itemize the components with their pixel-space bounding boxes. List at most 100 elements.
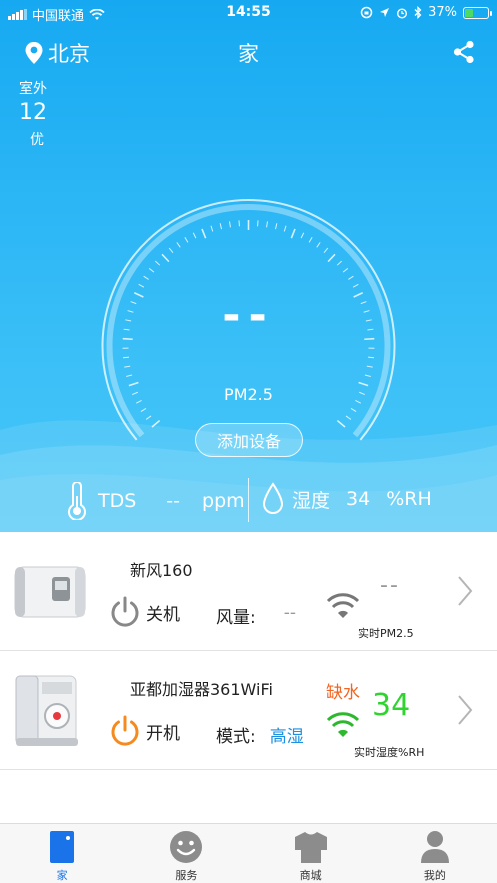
device-name: 新风160 bbox=[130, 561, 193, 580]
gauge-tick bbox=[366, 365, 373, 368]
gauge-tick bbox=[145, 415, 152, 420]
bluetooth-icon bbox=[414, 6, 422, 19]
gauge-tick bbox=[327, 253, 336, 263]
humidity-value: 34 bbox=[346, 488, 371, 510]
gauge-tick bbox=[140, 407, 147, 412]
tab-bar: 家 服务 商城 我的 bbox=[0, 823, 497, 883]
gauge-tick bbox=[348, 275, 354, 280]
battery-percent: 37% bbox=[428, 5, 457, 20]
outdoor-quality: 优 bbox=[30, 132, 44, 148]
gauge-tick bbox=[168, 247, 174, 254]
water-drop-icon bbox=[262, 482, 284, 514]
gauge-tick bbox=[345, 415, 352, 420]
pm25-caption: 实时PM2.5 bbox=[358, 627, 414, 640]
rotation-lock-icon bbox=[360, 6, 373, 19]
gauge-tick bbox=[283, 225, 287, 232]
dashboard-header: 中国联通 14:55 37% 北京 家 室外 12 优 -- PM2.5 添加设… bbox=[0, 0, 497, 532]
chevron-right-icon[interactable] bbox=[457, 575, 473, 607]
humidity-reading: 34 bbox=[372, 688, 411, 723]
wifi-signal-icon bbox=[326, 593, 360, 618]
tab-mine[interactable]: 我的 bbox=[373, 824, 497, 883]
readings-strip: TDS -- ppm 湿度 34 %RH bbox=[0, 476, 497, 524]
humidity-unit: %RH bbox=[386, 488, 432, 510]
humidity-label: 湿度 bbox=[292, 489, 331, 512]
gauge-tick bbox=[161, 253, 170, 263]
share-icon[interactable] bbox=[453, 40, 475, 64]
alarm-icon bbox=[397, 7, 408, 19]
gauge-tick bbox=[323, 247, 329, 254]
tab-label: 我的 bbox=[423, 869, 446, 882]
status-bar: 中国联通 14:55 37% bbox=[0, 0, 497, 26]
device-card-fresh-air[interactable]: 新风160 关机 风量: -- -- 实时PM2.5 bbox=[0, 533, 497, 651]
location-arrow-icon bbox=[380, 8, 390, 17]
gauge-tick bbox=[155, 260, 161, 266]
power-label: 开机 bbox=[146, 723, 180, 744]
gauge-tick bbox=[275, 223, 278, 230]
gauge-tick bbox=[201, 228, 207, 239]
gauge-tick bbox=[308, 236, 313, 243]
tab-service[interactable]: 服务 bbox=[124, 824, 248, 883]
humidity-caption: 实时湿度%RH bbox=[354, 746, 425, 759]
add-device-button[interactable]: 添加设备 bbox=[195, 423, 303, 457]
humidifier-device-image bbox=[15, 675, 78, 746]
battery-icon bbox=[463, 6, 492, 19]
fan-speed: 风量: -- bbox=[216, 603, 296, 628]
outdoor-label: 室外 bbox=[19, 81, 47, 97]
gauge-tick bbox=[336, 419, 346, 428]
power-toggle[interactable]: 开机 bbox=[108, 714, 180, 748]
gauge-tick bbox=[266, 221, 268, 228]
tab-label: 服务 bbox=[175, 869, 198, 882]
gauge-tick bbox=[342, 268, 349, 273]
smiley-icon bbox=[170, 831, 203, 863]
gauge-tick bbox=[122, 356, 130, 359]
gauge-tick bbox=[229, 221, 231, 228]
gauge-tick bbox=[184, 236, 189, 243]
gauge-tick bbox=[290, 228, 296, 239]
gauge-tick bbox=[124, 365, 131, 368]
person-icon bbox=[420, 831, 449, 863]
wifi-signal-icon bbox=[326, 712, 360, 737]
gauge-tick bbox=[210, 225, 214, 232]
gauge-tick bbox=[192, 232, 197, 239]
gauge-tick bbox=[219, 223, 222, 230]
gauge-tick bbox=[143, 275, 149, 280]
humidify-mode: 模式: 高湿 bbox=[216, 722, 304, 747]
readings-divider bbox=[248, 478, 249, 522]
fan-speed-value: -- bbox=[283, 603, 297, 623]
gauge-tick bbox=[126, 374, 133, 377]
fresh-air-device-image bbox=[14, 566, 86, 618]
gauge-tick bbox=[350, 407, 357, 412]
power-toggle[interactable]: 关机 bbox=[108, 595, 180, 629]
device-name: 亚都加湿器361WiFi bbox=[130, 680, 273, 699]
tab-store[interactable]: 商城 bbox=[249, 824, 373, 883]
pm25-reading: -- bbox=[380, 573, 400, 598]
gauge-tick bbox=[352, 283, 359, 288]
page-title: 家 bbox=[238, 42, 259, 66]
power-label: 关机 bbox=[146, 604, 180, 625]
tab-label: 家 bbox=[56, 869, 68, 882]
chevron-right-icon[interactable] bbox=[457, 694, 473, 726]
gauge-tick bbox=[148, 268, 155, 273]
gauge-tick bbox=[367, 356, 375, 359]
mode-value: 高湿 bbox=[269, 727, 304, 747]
water-shortage-status: 缺水 bbox=[326, 683, 360, 703]
mode-label: 模式: bbox=[216, 727, 256, 747]
gauge-tick bbox=[300, 232, 305, 239]
gauge-tick bbox=[364, 374, 371, 377]
device-card-humidifier[interactable]: 亚都加湿器361WiFi 开机 模式: 高湿 缺水 34 实时湿度%RH bbox=[0, 652, 497, 770]
nav-bar: 北京 家 bbox=[0, 26, 497, 76]
outdoor-value: 12 bbox=[19, 100, 47, 125]
gauge-tick bbox=[151, 419, 161, 428]
gauge-tick bbox=[176, 242, 181, 248]
gauge-tick bbox=[138, 283, 145, 288]
tds-label: TDS bbox=[98, 490, 137, 512]
tds-value: -- bbox=[166, 490, 181, 512]
home-card-icon bbox=[50, 831, 75, 863]
fan-speed-label: 风量: bbox=[216, 608, 256, 628]
power-icon bbox=[111, 715, 139, 746]
pm25-label: PM2.5 bbox=[224, 385, 273, 404]
gauge-tick bbox=[316, 242, 321, 248]
power-icon bbox=[111, 596, 139, 627]
tds-unit: ppm bbox=[202, 490, 245, 512]
tab-home[interactable]: 家 bbox=[0, 824, 124, 883]
